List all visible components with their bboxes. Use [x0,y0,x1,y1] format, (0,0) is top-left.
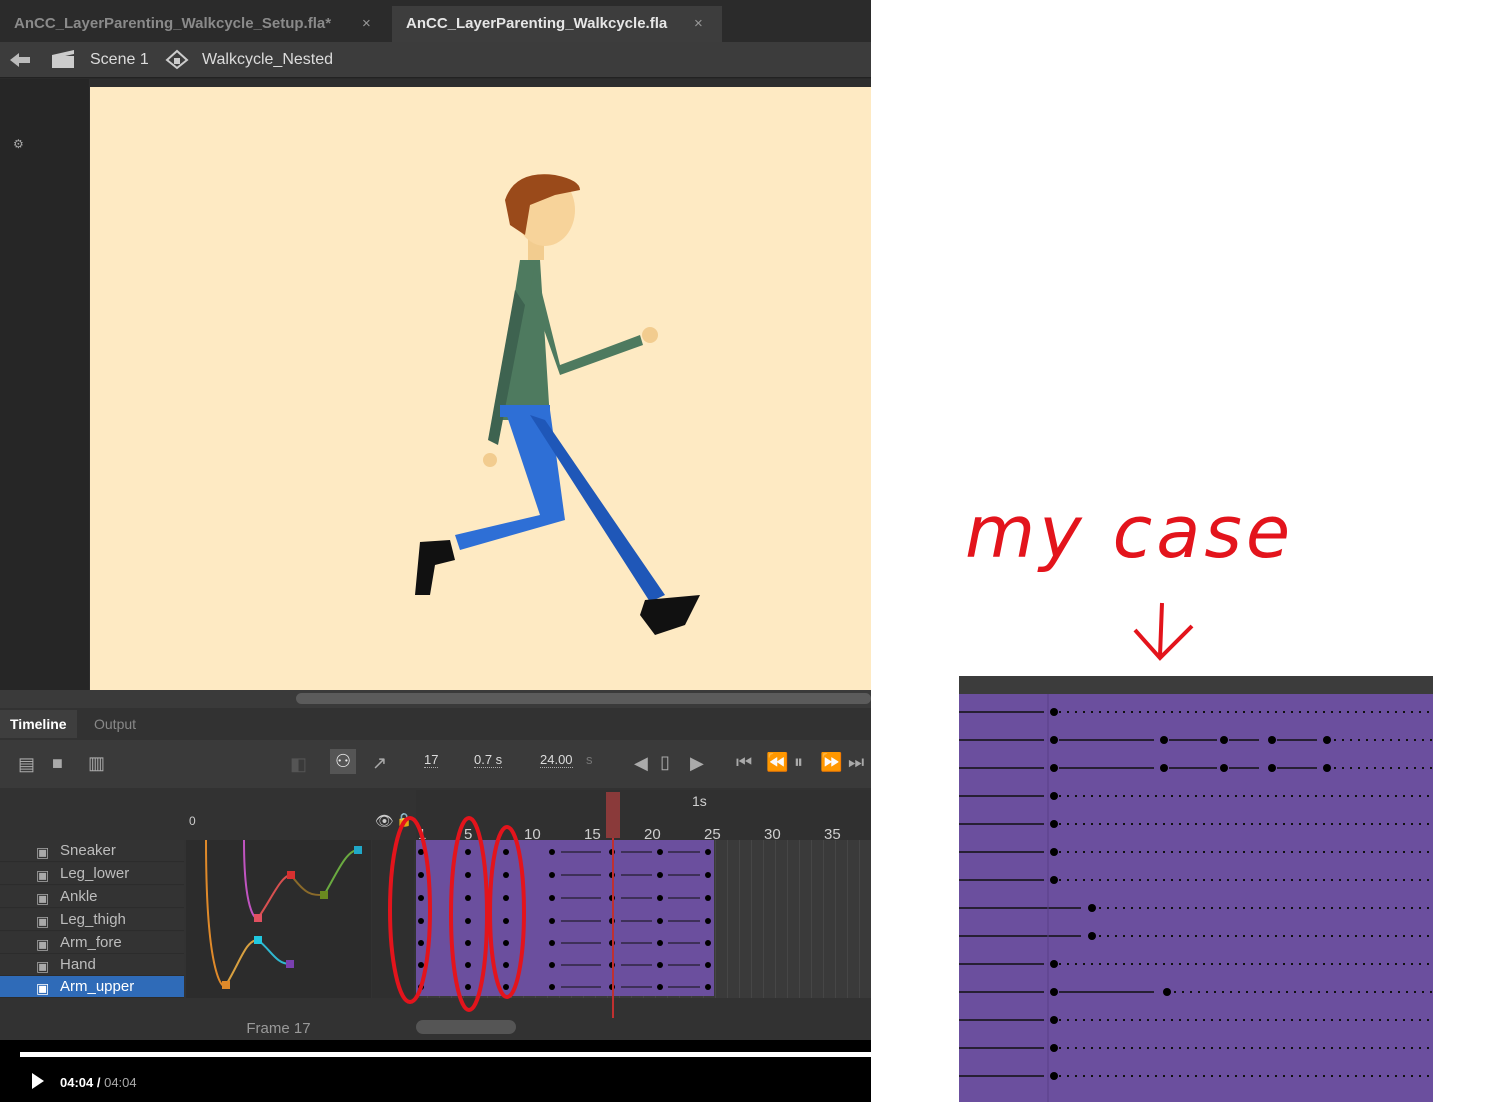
layer-row[interactable]: ▣ Leg_lower [0,863,184,885]
layer-parenting-icon[interactable]: ⚇ [330,749,357,774]
tab-timeline[interactable]: Timeline [0,710,77,738]
layer-name: Arm_upper [60,978,135,995]
parenting-curves [205,840,362,989]
annotation-text: my case [965,490,1295,574]
crop-ruler [959,676,1433,694]
my-case-frames [959,694,1433,1102]
layer-name: Ankle [60,888,98,905]
gear-icon[interactable]: ⚙ [13,137,24,151]
layer-name: Arm_fore [60,934,122,951]
prev-frame-icon[interactable]: ⏪ [766,752,788,773]
layer-row[interactable]: ▣ Sneaker [0,840,184,862]
tab-setup-file[interactable]: AnCC_LayerParenting_Walkcycle_Setup.fla*… [0,6,390,42]
frame-readout: Frame 17 [246,1020,311,1037]
scene-label[interactable]: Scene 1 [90,51,149,69]
back-arrow-icon[interactable] [8,50,32,70]
layer-name: Leg_thigh [60,911,126,928]
animate-app-window: AnCC_LayerParenting_Walkcycle_Setup.fla*… [0,0,871,1102]
camera-icon[interactable]: ◧ [290,754,307,775]
trash-icon[interactable]: ▥ [88,753,105,774]
new-layer-icon[interactable]: ▤ [18,754,35,775]
symbol-label[interactable]: Walkcycle_Nested [202,51,333,69]
layer-row[interactable]: ▣ Ankle [0,886,184,908]
tab-walkcycle-file[interactable]: AnCC_LayerParenting_Walkcycle.fla × [392,6,722,42]
layer-row-selected[interactable]: ▣ Arm_upper [0,976,184,998]
timeline-scroll-thumb[interactable] [416,1020,516,1034]
my-case-timeline-crop [959,676,1433,1102]
video-time: 04:04 / 04:04 [60,1075,137,1090]
graph-view-icon[interactable]: ↗ [372,753,387,774]
layer-icon: ▣ [36,958,50,974]
step-forward-icon[interactable]: ▶ [690,753,704,774]
current-frame-field[interactable]: 17 [424,752,439,768]
tools-strip [0,79,89,691]
walking-character-figure [415,174,700,635]
fps-field[interactable]: 24.00 [540,752,573,768]
layer-row[interactable]: ▣ Arm_fore [0,932,184,954]
layer-icon: ▣ [36,936,50,952]
pause-icon[interactable]: ⏸ [794,752,803,773]
layer-icon: ▣ [36,867,50,883]
tab-label: AnCC_LayerParenting_Walkcycle_Setup.fla* [14,15,332,32]
close-icon[interactable]: × [362,6,371,42]
layer-row[interactable]: ▣ Hand [0,954,184,976]
layer-list: ▣ Sneaker ▣ Leg_lower ▣ Ankle ▣ Leg_thigh ▣ A… [0,840,184,1000]
layer-icon: ▣ [36,913,50,929]
total-time: 04:04 [104,1075,137,1090]
center-frame-icon[interactable]: ▯ [660,752,670,773]
layer-icon: ▣ [36,980,50,996]
tab-label: AnCC_LayerParenting_Walkcycle.fla [406,15,668,32]
video-player-bar [0,1040,871,1102]
last-frame-icon[interactable]: ⏭ [848,752,864,773]
fps-unit: s [586,752,593,767]
clapper-icon [52,50,74,68]
one-second-marker: 1s [692,793,707,809]
red-annotation-circles [388,816,526,1012]
symbol-icon [165,49,189,70]
time-separator: / [93,1075,105,1090]
current-time-field[interactable]: 0.7 s [474,752,503,768]
graph-zero-label: 0 [189,814,196,828]
first-frame-icon[interactable]: ⏮ [736,752,752,773]
scroll-thumb[interactable] [296,693,871,704]
playhead-line [612,838,614,1018]
layer-name: Hand [60,956,96,973]
layer-row[interactable]: ▣ Leg_thigh [0,909,184,931]
layer-name: Sneaker [60,842,116,859]
layer-icon: ▣ [36,844,50,860]
playhead[interactable] [606,792,620,838]
layer-name: Leg_lower [60,865,130,882]
down-arrow-annotation [1133,602,1194,661]
next-frame-icon[interactable]: ⏩ [820,752,842,773]
folder-icon[interactable]: ■ [52,753,63,774]
tab-output[interactable]: Output [84,710,146,738]
close-icon[interactable]: × [694,6,703,42]
video-progress-bar[interactable] [20,1052,871,1057]
layer-icon: ▣ [36,890,50,906]
current-time: 04:04 [60,1075,94,1090]
stage-horizontal-scrollbar[interactable] [0,690,871,708]
step-back-icon[interactable]: ◀ [634,753,648,774]
play-icon[interactable] [32,1073,44,1089]
